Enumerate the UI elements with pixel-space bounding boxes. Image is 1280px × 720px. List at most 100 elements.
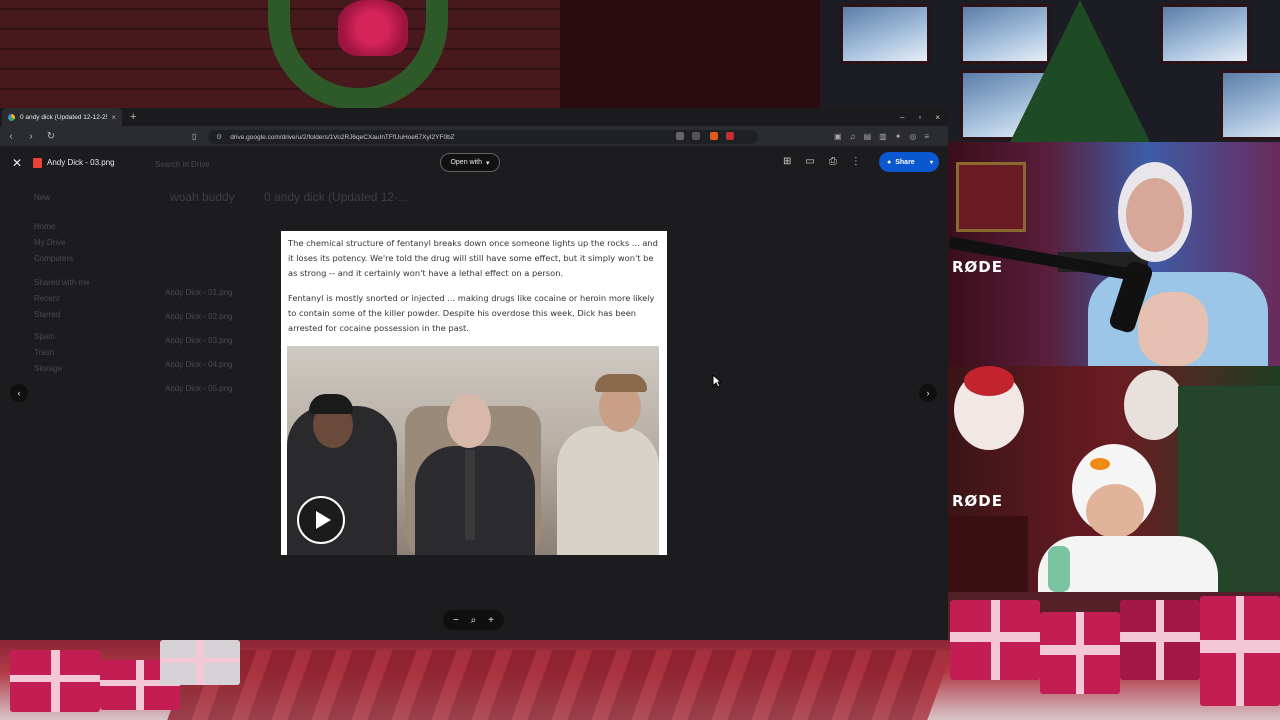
people-icon: ● [887,158,892,166]
rug [167,650,953,720]
print-icon[interactable]: ⎙ [829,156,837,167]
shelf [956,162,1026,232]
brave-shield-icon[interactable] [710,132,718,140]
carrot-nose [1090,458,1110,470]
bookmark-icon[interactable]: ▯ [192,132,196,141]
site-info-icon[interactable]: ⚙ [216,133,222,141]
browser-tab[interactable]: 0 andy dick (Updated 12-12-25) × [2,108,122,126]
preview-image: The chemical structure of fentanyl break… [281,231,667,555]
open-with-label: Open with [450,159,482,166]
window-pane [1220,70,1280,140]
viewer-file-name: Andy Dick - 03.png [47,158,115,167]
more-options-icon[interactable]: ⋮ [851,156,861,167]
door [560,0,820,108]
image-file-icon [33,158,42,168]
sidebar-trash: Trash [34,348,55,357]
new-tab-button[interactable]: + [130,111,136,123]
file-row: Andy Dick - 04.png [165,360,233,369]
gift-box [950,600,1040,680]
sidebar-my-drive: My Drive [34,238,66,247]
brave-rewards-icon[interactable] [726,132,734,140]
add-comment-icon[interactable]: ▭ [805,156,814,167]
extensions-icon[interactable]: ✦ [895,132,902,141]
file-row: Andy Dick - 02.png [165,312,233,321]
minimize-button[interactable]: – [900,113,904,122]
ai-icon[interactable]: ◎ [909,132,916,141]
drive-favicon-icon [8,113,15,121]
sidebar-computers: Computers [34,254,74,263]
previous-file-button[interactable]: ‹ [10,384,28,402]
share-label: Share [895,158,915,166]
webcam-feed-2: RØDE [948,366,1280,592]
zoom-out-button[interactable]: − [453,615,459,626]
maximize-button[interactable]: ▫ [918,113,921,122]
zoom-in-button[interactable]: + [488,615,494,626]
music-icon[interactable]: ♫ [850,132,856,141]
browser-window: 0 andy dick (Updated 12-12-25) × + – ▫ ×… [0,108,948,640]
next-file-button[interactable]: › [919,384,937,402]
santa-figure [1124,370,1184,440]
santa-hat [964,366,1014,396]
close-window-button[interactable]: × [935,113,940,122]
article-paragraph: Fentanyl is mostly snorted or injected .… [288,292,655,334]
cast-icon[interactable] [676,132,684,140]
person-center [415,446,535,555]
menu-icon[interactable]: ≡ [924,132,929,141]
panel-icon[interactable]: ▤ [864,132,872,141]
file-row: Andy Dick - 01.png [165,288,233,297]
share-dropdown-icon[interactable]: ▾ [930,159,939,166]
sidebar-icon[interactable]: ▣ [834,132,842,141]
tie [465,450,475,540]
reload-button[interactable]: ↻ [46,131,56,142]
gift-box [10,650,100,712]
share-button[interactable]: ● Share ▾ [879,152,939,172]
video-thumbnail [287,346,659,555]
tab-title: 0 andy dick (Updated 12-12-25) [20,113,108,121]
gift-box [160,640,240,685]
microphone [1048,546,1070,592]
back-button[interactable]: ‹ [6,131,16,142]
forward-button[interactable]: › [26,131,36,142]
mic-brand-label: RØDE [952,492,1003,510]
close-viewer-icon[interactable]: ✕ [12,156,22,170]
chest [1138,292,1208,366]
person-right [557,426,659,555]
sidebar-home: Home [34,222,56,231]
face [1126,178,1184,252]
sidebar-spam: Spam [34,332,55,341]
add-shortcut-icon[interactable]: ⊞ [783,156,791,167]
tab-bar: 0 andy dick (Updated 12-12-25) × + – ▫ × [0,108,948,126]
breadcrumb-folder: woah buddy [170,190,235,204]
file-row: Andy Dick - 05.png [165,384,233,393]
window-controls: – ▫ × [900,113,948,122]
open-with-button[interactable]: Open with ▾ [440,153,500,172]
share-page-icon[interactable] [692,132,700,140]
viewer-header: ✕ Andy Dick - 03.png Open with ▾ ⊞ ▭ ⎙ ⋮… [0,146,948,182]
person-center-head [447,394,491,448]
wallet-icon[interactable]: ▥ [879,132,887,141]
gift-box [1200,596,1280,706]
cap [309,394,353,414]
sidebar-storage: Storage [34,364,63,373]
drive-file-viewer: Search in Drive woah buddy 0 andy dick (… [0,146,948,640]
sidebar-starred: Starred [34,310,61,319]
gift-box [1120,600,1200,680]
christmas-tree [1010,0,1150,142]
file-row: Andy Dick - 03.png [165,336,233,345]
viewer-actions: ⊞ ▭ ⎙ ⋮ [783,156,861,167]
fireplace [948,516,1028,592]
url-text: drive.google.com/drive/u/2/folders/1Vo2R… [230,133,455,141]
window-pane [840,4,930,64]
webcam-feed-1: RØDE [948,142,1280,366]
wreath-bow [338,0,408,56]
zoom-reset-icon[interactable]: ⌕ [471,615,477,626]
window-pane [1160,4,1250,64]
hat [595,374,647,392]
mic-brand-label: RØDE [952,258,1003,276]
mouse-cursor-icon [712,374,722,388]
zoom-controls: − ⌕ + [443,610,504,630]
tab-close-icon[interactable]: × [111,113,116,122]
article-paragraph: The chemical structure of fentanyl break… [288,238,658,279]
breadcrumb-current: 0 andy dick (Updated 12-... [264,190,409,204]
sidebar-shared: Shared with me [34,278,90,287]
